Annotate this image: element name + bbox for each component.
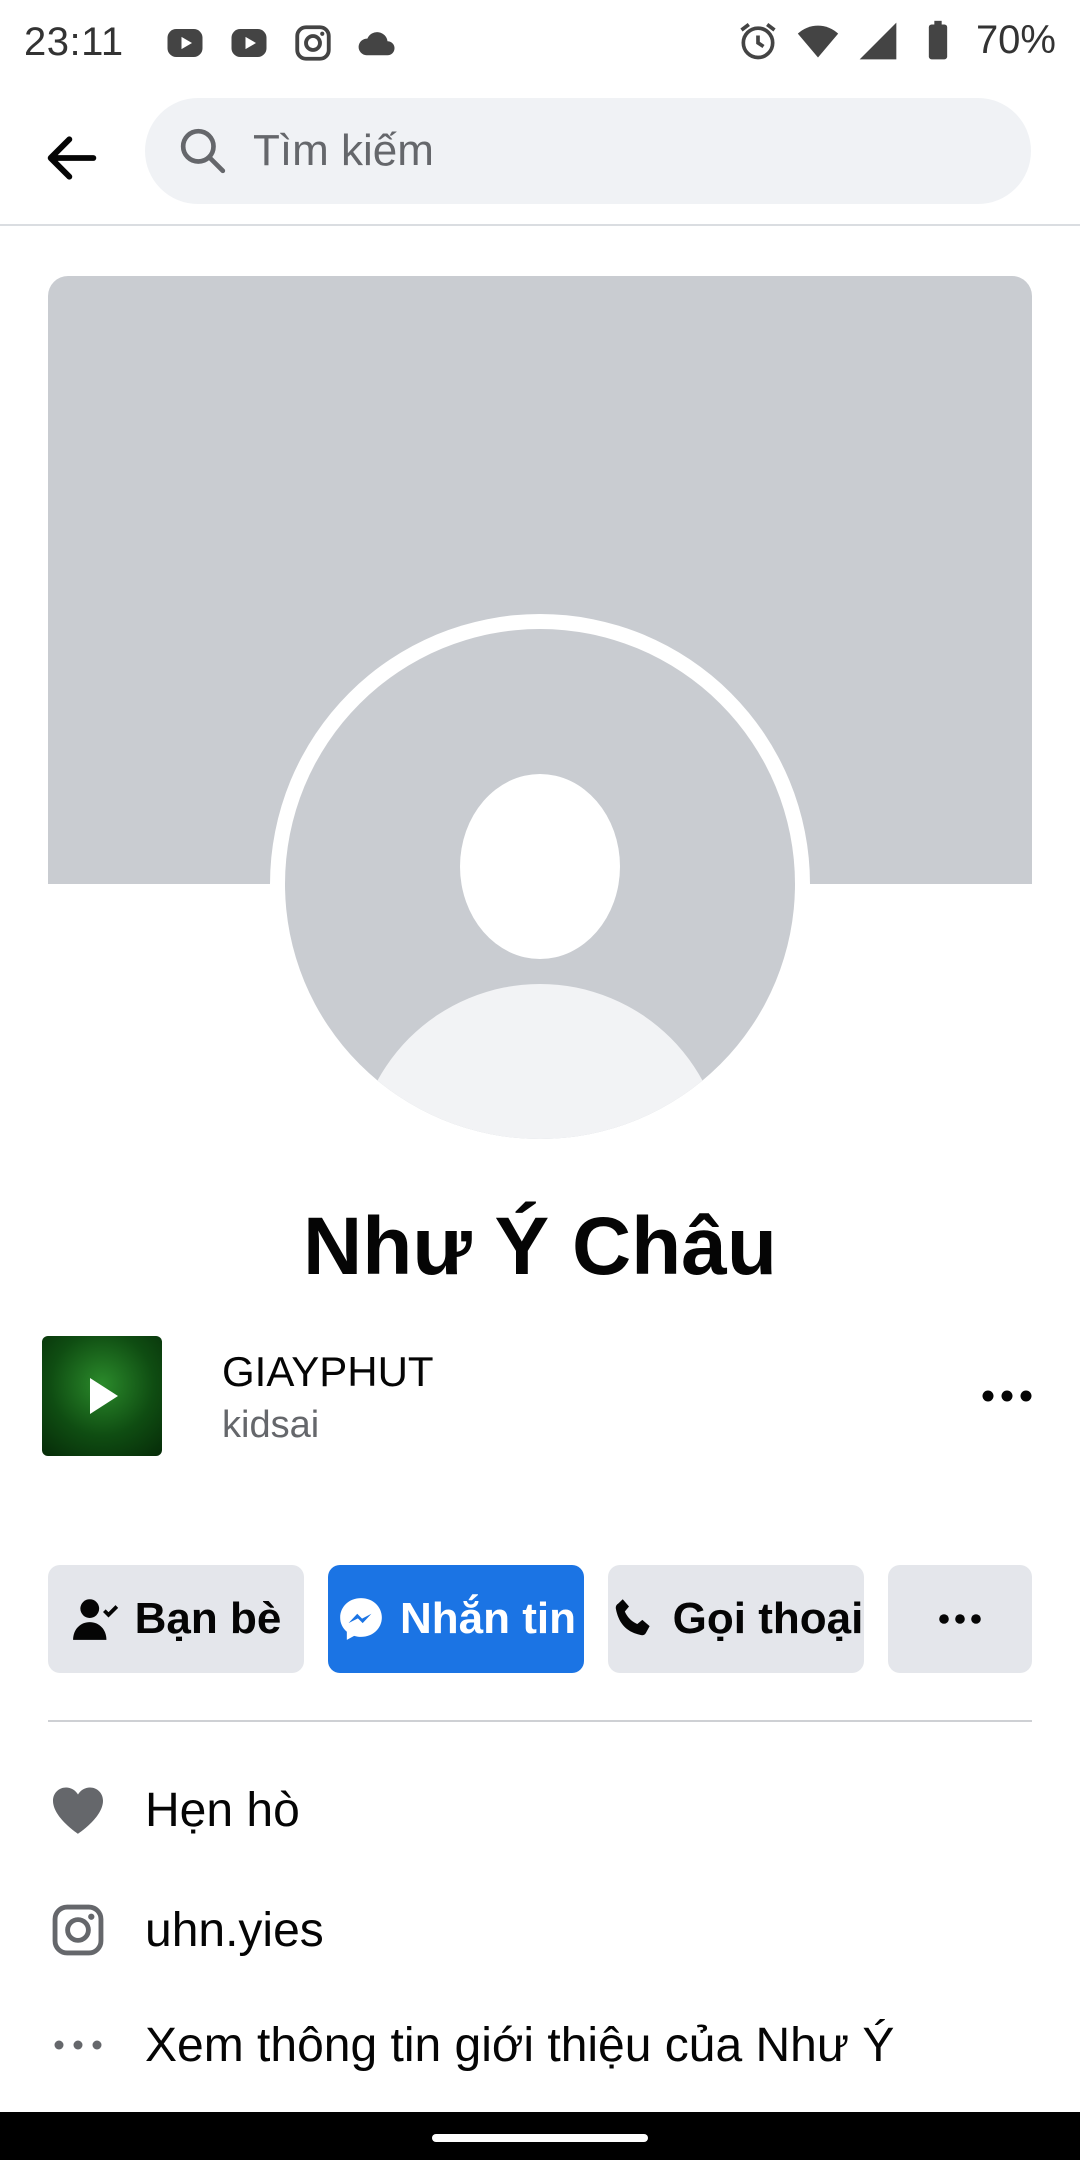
battery-icon: [928, 20, 948, 59]
profile-name: Như Ý Châu: [303, 1201, 777, 1292]
youtube-icon: [167, 29, 203, 57]
music-artist: kidsai: [222, 1404, 320, 1446]
instagram-handle: uhn.yies: [145, 1903, 324, 1957]
instagram-icon: [295, 25, 331, 61]
battery-percent: 70%: [975, 18, 1056, 62]
heart-icon: [48, 1780, 108, 1840]
avatar-body-shape: [355, 984, 725, 1139]
message-button-label: Nhắn tin: [400, 1594, 576, 1643]
friend-check-icon: [72, 1599, 118, 1640]
youtube-icon: [231, 29, 267, 57]
friends-button[interactable]: Bạn bè: [48, 1565, 304, 1673]
wifi-icon: [797, 25, 839, 57]
avatar-head-shape: [460, 774, 620, 959]
alarm-icon: [740, 22, 776, 59]
signal-icon: [859, 22, 897, 59]
friends-button-label: Bạn bè: [134, 1594, 282, 1643]
play-icon: [90, 1378, 118, 1414]
status-app-icons: [164, 22, 398, 64]
music-title: GIAYPHUT: [222, 1348, 434, 1395]
profile-actions: Bạn bè Nhắn tin Gọi thoại: [48, 1565, 1032, 1673]
section-divider: [48, 1720, 1032, 1722]
back-button[interactable]: [30, 116, 114, 200]
message-button[interactable]: Nhắn tin: [328, 1565, 584, 1673]
more-horizontal-icon: [982, 1390, 1032, 1402]
music-more-button[interactable]: [972, 1366, 1042, 1426]
search-bar[interactable]: [145, 98, 1031, 204]
info-row-dating[interactable]: Hẹn hò: [48, 1770, 1048, 1850]
search-icon: [180, 128, 226, 174]
header: [0, 88, 1080, 226]
phone-icon: [615, 1599, 650, 1636]
music-thumbnail[interactable]: [42, 1336, 162, 1456]
profile-music[interactable]: GIAYPHUT kidsai: [42, 1336, 1042, 1456]
info-row-about[interactable]: Xem thông tin giới thiệu của Như Ý: [48, 2005, 1048, 2085]
status-time: 23:11: [24, 20, 124, 64]
arrow-left-icon: [47, 136, 97, 180]
instagram-icon: [48, 1900, 108, 1960]
about-label: Xem thông tin giới thiệu của Như Ý: [145, 2018, 895, 2072]
search-input[interactable]: [253, 126, 953, 176]
system-nav-bar: [0, 2112, 1080, 2160]
dating-label: Hẹn hò: [145, 1783, 300, 1837]
more-actions-button[interactable]: [888, 1565, 1032, 1673]
call-button[interactable]: Gọi thoại: [608, 1565, 864, 1673]
home-gesture-handle[interactable]: [432, 2134, 648, 2142]
info-row-instagram[interactable]: uhn.yies: [48, 1890, 1048, 1970]
call-button-label: Gọi thoại: [672, 1594, 864, 1643]
avatar[interactable]: [270, 614, 810, 1154]
status-system-icons: 70%: [736, 18, 1056, 63]
cloud-icon: [358, 32, 395, 56]
status-bar: 23:11 70%: [0, 0, 1080, 88]
default-avatar-icon: [285, 629, 795, 1139]
more-horizontal-icon: [939, 1614, 981, 1624]
messenger-icon: [340, 1598, 382, 1640]
more-horizontal-icon: [48, 2015, 108, 2075]
